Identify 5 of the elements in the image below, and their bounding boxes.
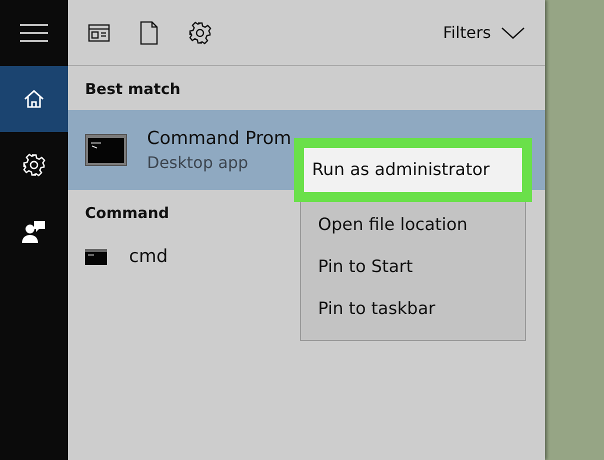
result-title: cmd bbox=[129, 246, 168, 267]
section-header: Best match bbox=[85, 80, 180, 98]
result-title: Command Prom bbox=[147, 128, 292, 149]
section-header: Command bbox=[85, 204, 170, 222]
result-subtitle: Desktop app bbox=[147, 153, 248, 172]
